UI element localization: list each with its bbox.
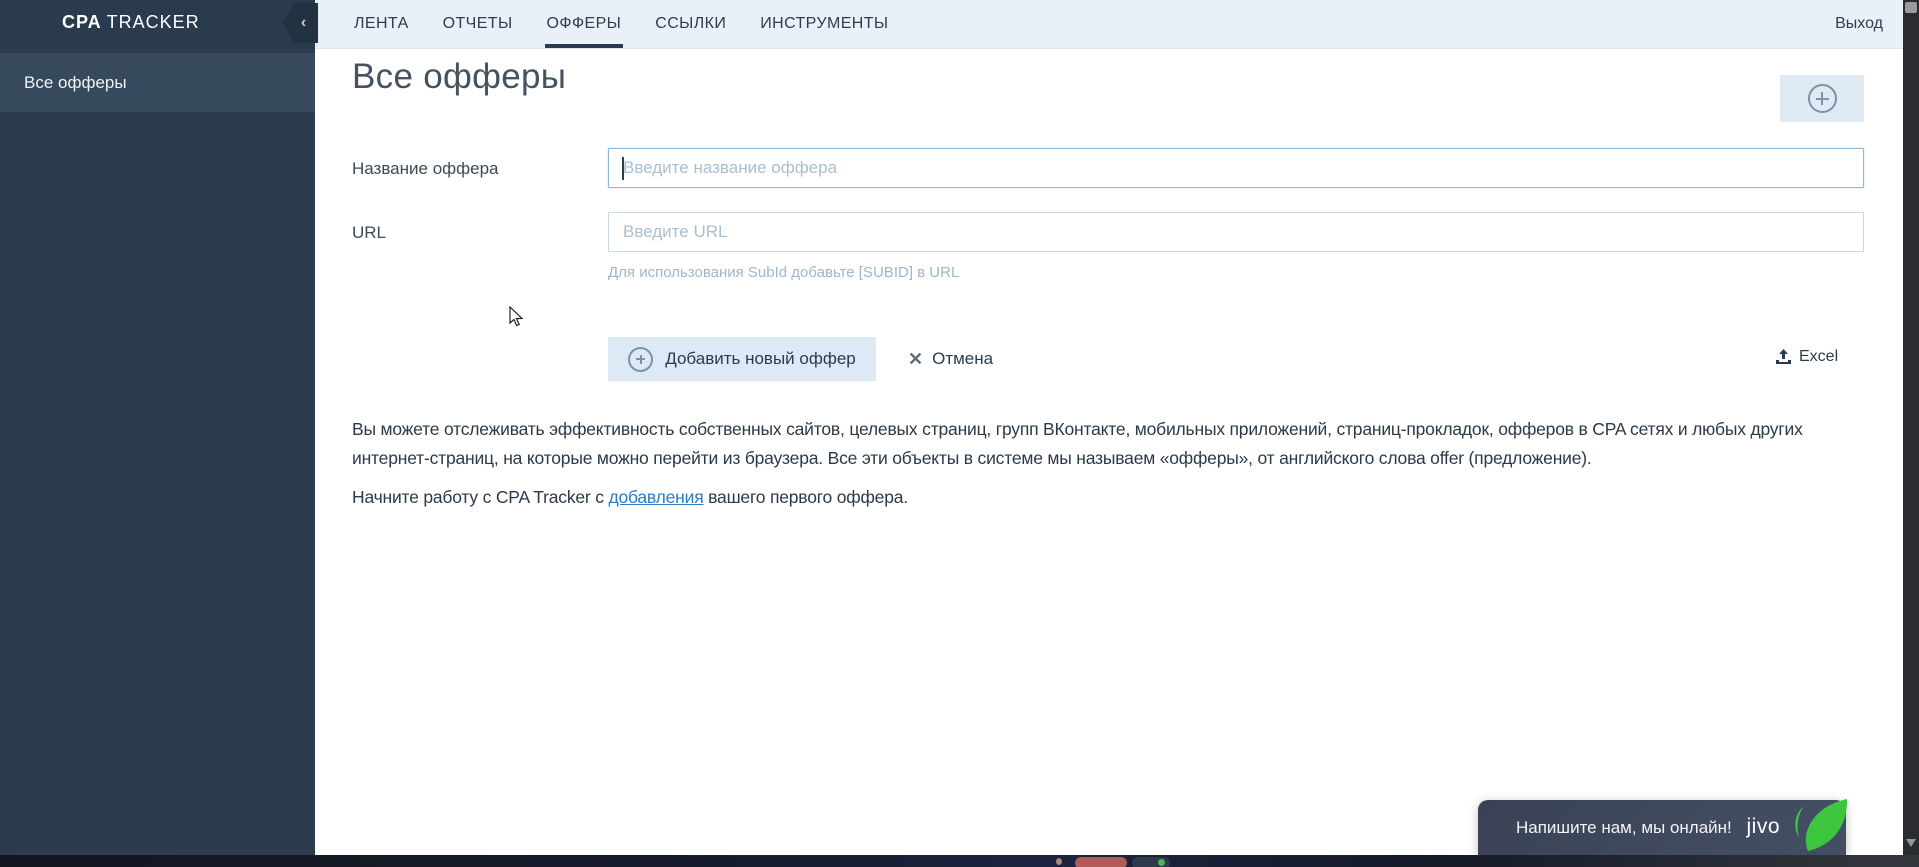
strip-decoration bbox=[1075, 857, 1127, 867]
tab-ssylki[interactable]: ССЫЛКИ bbox=[653, 0, 728, 48]
app-window: CPA TRACKER ‹ ЛЕНТА ОТЧЕТЫ ОФФЕРЫ ССЫЛКИ … bbox=[0, 0, 1919, 867]
excel-button-label: Excel bbox=[1799, 348, 1839, 365]
getting-started-paragraph: Начните работу с CPA Tracker с добавлени… bbox=[352, 487, 908, 508]
vertical-scrollbar[interactable] bbox=[1903, 0, 1919, 855]
sidebar-collapse-button[interactable]: ‹ bbox=[283, 3, 318, 43]
excel-export-button[interactable]: Excel bbox=[1775, 348, 1838, 366]
brand-header: CPA TRACKER ‹ bbox=[0, 0, 318, 49]
offer-name-label: Название оффера bbox=[352, 159, 499, 178]
tab-lenta[interactable]: ЛЕНТА bbox=[352, 0, 411, 48]
strip-decoration bbox=[1158, 859, 1165, 866]
top-navigation: ЛЕНТА ОТЧЕТЫ ОФФЕРЫ ССЫЛКИ ИНСТРУМЕНТЫ В… bbox=[315, 0, 1903, 49]
sidebar: Все офферы bbox=[0, 49, 315, 855]
intro-paragraph: Вы можете отслеживать эффективность собс… bbox=[352, 419, 1803, 468]
app-logo[interactable]: CPA TRACKER bbox=[62, 12, 200, 33]
bottom-edge-strip bbox=[0, 855, 1919, 867]
close-icon: ✕ bbox=[908, 348, 924, 369]
strip-decoration bbox=[1056, 858, 1062, 865]
jivo-leaf-icon bbox=[1795, 799, 1848, 851]
add-offer-link[interactable]: добавления bbox=[608, 487, 703, 507]
submit-button-label: Добавить новый оффер bbox=[665, 349, 856, 368]
subid-hint: Для использования SubId добавьте [SUBID]… bbox=[608, 264, 960, 281]
chat-message: Напишите нам, мы онлайн! bbox=[1516, 817, 1732, 837]
start-text-before: Начните работу с CPA Tracker с bbox=[352, 487, 609, 507]
upload-icon bbox=[1776, 349, 1791, 364]
logout-link[interactable]: Выход bbox=[1835, 0, 1903, 48]
chevron-left-icon: ‹ bbox=[300, 14, 307, 31]
plus-circle-icon bbox=[1807, 84, 1837, 113]
tab-offery[interactable]: ОФФЕРЫ bbox=[544, 0, 624, 48]
strip-decoration bbox=[1132, 857, 1170, 867]
start-text-after: вашего первого оффера. bbox=[703, 487, 908, 507]
offer-name-input[interactable] bbox=[608, 148, 1864, 188]
tab-otchety[interactable]: ОТЧЕТЫ bbox=[441, 0, 515, 48]
logo-rest-part: TRACKER bbox=[106, 12, 200, 32]
text-caret bbox=[622, 157, 624, 180]
add-offer-button[interactable] bbox=[1780, 75, 1864, 122]
url-input[interactable] bbox=[608, 212, 1864, 252]
scrollbar-thumb[interactable] bbox=[1905, 2, 1917, 13]
sidebar-item-all-offers[interactable]: Все офферы bbox=[0, 53, 315, 112]
chat-widget[interactable]: Напишите нам, мы онлайн! jivo bbox=[1478, 799, 1848, 855]
plus-circle-icon bbox=[628, 346, 654, 372]
logo-bold-part: CPA bbox=[62, 12, 102, 32]
jivo-logo: jivo bbox=[1746, 815, 1780, 838]
scroll-down-arrow-icon[interactable] bbox=[1906, 839, 1916, 847]
cancel-button[interactable]: ✕ Отмена bbox=[908, 337, 993, 381]
url-label: URL bbox=[352, 223, 387, 242]
tab-instrumenty[interactable]: ИНСТРУМЕНТЫ bbox=[758, 0, 890, 48]
main-content: Все офферы Название оффера URL Для испол… bbox=[315, 49, 1903, 855]
submit-new-offer-button[interactable]: Добавить новый оффер bbox=[608, 337, 876, 381]
cancel-button-label: Отмена bbox=[932, 349, 994, 368]
page-title: Все офферы bbox=[352, 57, 567, 96]
